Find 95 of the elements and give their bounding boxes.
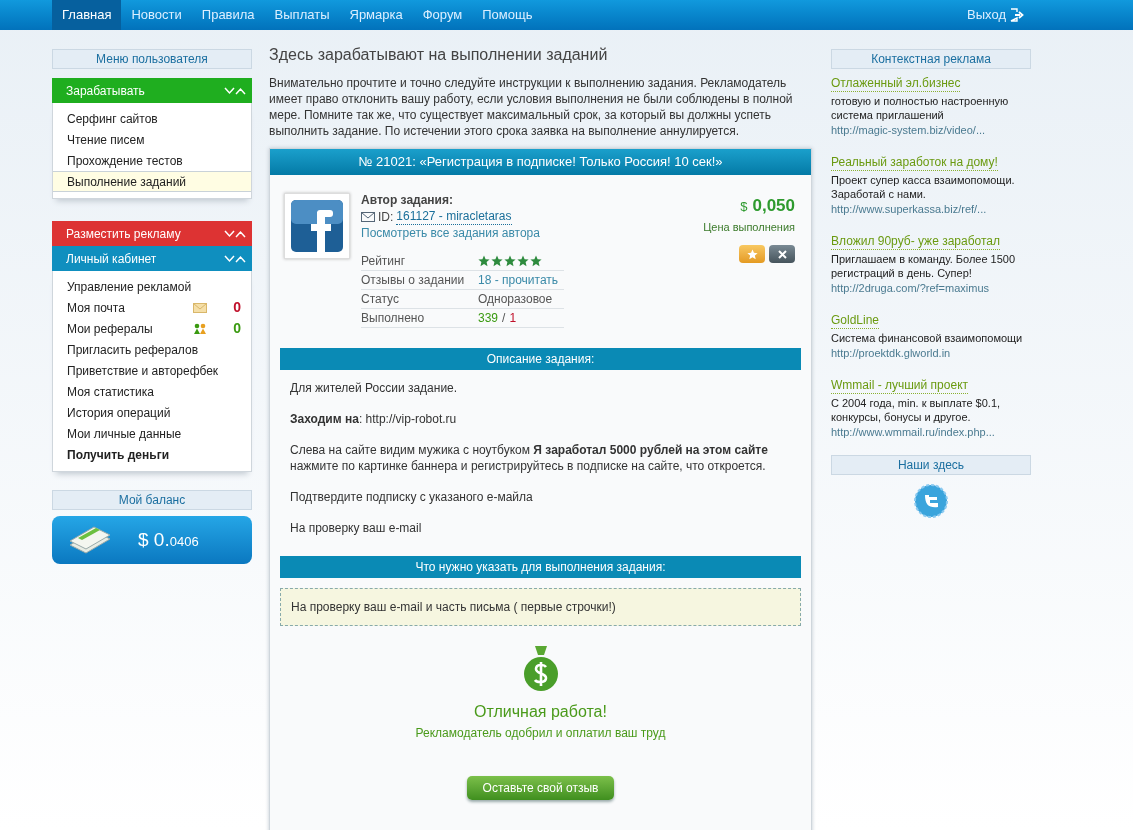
ad-url[interactable]: http://www.superkassa.biz/ref/... [831,202,1031,216]
result-title: Отличная работа! [474,702,607,722]
menu-item[interactable]: Моя почта 0 [53,297,251,318]
chevron-icon[interactable] [224,85,246,96]
ad-url[interactable]: http://proektdk.glworld.in [831,346,1031,360]
author-link[interactable]: 161127 - miracletaras [396,208,512,225]
ad-text: Приглашаем в команду. Более 1500 регистраций в день. Супер! [831,252,1017,280]
nav-tab[interactable]: Выплаты [264,0,340,30]
rejected-count: 1 [509,310,517,327]
group-header[interactable]: Разместить рекламу [52,221,252,246]
stat-label: Рейтинг [361,253,407,270]
envelope-icon[interactable] [361,211,375,222]
done-count: 339 [478,310,499,327]
exit-icon [1010,8,1024,22]
money-icon [68,525,112,555]
intro-text: Внимательно прочтите и точно следуйте инструкции к выполнению задания. Рекламодатель имеет право отклонить вашу работу, если условия выполнения не были соблюдены в полной мере. Помните так же, что существует максимальный срок, за который вы должны успеть выполнить задание. По истечении этого срока заявка на выполнение аннулируется. [269,75,794,139]
count-label: 0 [233,298,241,317]
star-icon [504,255,516,267]
star-icon [478,255,490,267]
ad-title[interactable]: GoldLine [831,313,880,329]
stat-value: Одноразовое [478,291,553,308]
description-paragraph: Для жителей России задание. [290,380,459,396]
ad-text: готовую и полностью настроенную система приглашений [831,94,1010,122]
stat-label: Отзывы о задании [361,272,466,289]
page-title: Здесь зарабатывают на выполнении заданий [269,45,609,65]
group-header[interactable]: Зарабатывать [52,78,252,103]
menu-item[interactable]: Мои рефералы 0 [53,318,251,339]
all-tasks-link[interactable]: Посмотреть все задания автора [361,225,564,241]
count-separator: / [502,310,506,327]
nav-tab[interactable]: Форум [412,0,473,30]
chevron-icon[interactable] [224,228,246,239]
nav-tab[interactable]: Новости [121,0,192,30]
balance-amount: $ 0.0406 [138,527,199,552]
star-icon [530,255,542,267]
count-label: 0 [233,319,241,338]
description-paragraph: Подтвердите подписку с указаного е-майла [290,489,534,505]
logout-link[interactable]: Выход [967,0,1030,30]
ad-title[interactable]: Вложил 90руб- уже заработал [831,234,1000,250]
chevron-icon[interactable] [224,253,246,264]
ad-url[interactable]: http://magic-system.biz/video/... [831,123,1031,137]
description-paragraph: Заходим на: http://vip-robot.ru [290,411,458,427]
ad-title[interactable]: Отлаженный эл.бизнес [831,76,961,92]
menu-item[interactable]: Чтение писем [53,129,251,150]
requirement-box: На проверку ваш e-mail и часть письма ( первые строчки!) [280,588,801,626]
menu-item[interactable]: Управление рекламой [53,276,251,297]
menu-item[interactable]: Моя статистика [53,381,251,402]
ad-url[interactable]: http://2druga.com/?ref=maximus [831,281,1031,295]
nav-tab[interactable]: Помощь [472,0,543,30]
nav-tab[interactable]: Правила [191,0,265,30]
menu-item[interactable]: Получить деньги [53,444,251,465]
id-label: ID: [378,208,394,225]
reviews-link[interactable]: 18 - прочитать [478,271,559,289]
ad-text: С 2004 года, min. к выплате $0.1, конкурсы, бонусы и другое. [831,396,1002,424]
description-paragraph: На проверку ваш e-mail [290,520,423,536]
close-icon [777,249,787,259]
menu-item[interactable]: История операций [53,402,251,423]
price-value: 0,050 [752,195,795,217]
section-title: Контекстная реклама [831,49,1031,69]
people-icon [193,322,208,335]
ad-title[interactable]: Реальный заработок на дому! [831,155,998,171]
menu-item[interactable]: Приветствие и авторефбек [53,360,251,381]
nav-tab[interactable]: Главная [52,0,122,30]
ad-url[interactable]: http://www.wmmail.ru/index.php... [831,425,1031,439]
menu-item[interactable]: Мои личные данные [53,423,251,444]
result-subtitle: Рекламодатель одобрил и оплатил ваш труд [415,725,666,742]
price-label: Цена выполнения [703,219,795,235]
author-label: Автор задания: [361,193,454,208]
menu-item[interactable]: Серфинг сайтов [53,108,251,129]
star-icon [746,248,758,260]
section-header: Описание задания: [280,348,801,370]
section-title: Меню пользователя [52,49,252,69]
task-header: № 21021: «Регистрация в подписке! Только Россия! 10 сек!» [270,149,811,175]
ad-text: Система финансовой взаимопомощи [831,331,1024,345]
ad-text: Проект супер касса взаимопомощи. Заработай с нами. [831,173,1016,201]
bird-badge-icon[interactable] [913,483,949,521]
stat-label: Статус [361,291,400,308]
group-header[interactable]: Личный кабинет [52,246,252,271]
price-currency: $ [740,198,748,216]
section-title: Наши здесь [831,455,1031,475]
star-icon [517,255,529,267]
section-header: Что нужно указать для выполнения задания: [280,556,801,578]
section-title: Мой баланс [52,490,252,510]
menu-item[interactable]: Выполнение заданий [53,171,251,192]
nav-tab[interactable]: Ярмарка [339,0,413,30]
envelope-icon [193,302,208,313]
description-paragraph: Слева на сайте видим мужика с ноутбуком Я заработал 5000 рублей на этом сайте нажмите по картинке баннера и регистрируйтесь в подписке на сайте, что откроется. [290,442,769,474]
stat-label: Выполнено [361,310,426,327]
menu-item[interactable]: Прохождение тестов [53,150,251,171]
money-bag-icon [521,644,560,692]
ad-title[interactable]: Wmmail - лучший проект [831,378,968,394]
close-button[interactable] [769,245,795,263]
logo-icon [291,200,343,252]
star-icon [491,255,503,267]
review-button[interactable]: Оставьте свой отзыв [466,776,615,800]
menu-item[interactable]: Пригласить рефералов [53,339,251,360]
